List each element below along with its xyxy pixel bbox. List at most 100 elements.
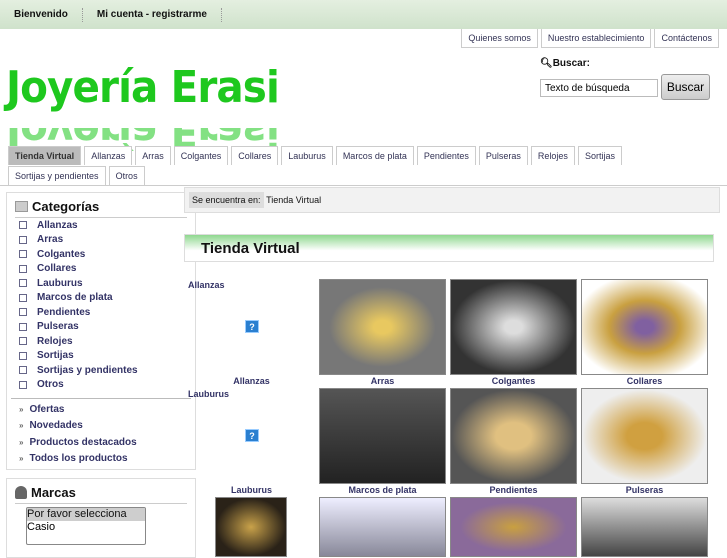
logo[interactable]: Joyería Erasi bbox=[6, 62, 280, 113]
categories-box: Categorías Allanzas Arras Colgantes Collare… bbox=[6, 192, 196, 470]
category-item[interactable]: Otros bbox=[7, 378, 195, 393]
product-caption[interactable]: Colgantes bbox=[450, 376, 577, 386]
divider bbox=[11, 398, 191, 399]
tab-6[interactable]: Marcos de plata bbox=[335, 146, 414, 165]
about-link[interactable]: Quienes somos bbox=[461, 29, 538, 48]
category-label: Colgantes bbox=[37, 248, 86, 260]
category-item[interactable]: Collares bbox=[7, 262, 195, 277]
row-label[interactable]: Lauburus bbox=[188, 389, 315, 399]
tab-4[interactable]: Collares bbox=[231, 146, 279, 165]
divider bbox=[0, 185, 727, 186]
category-item[interactable]: Allanzas bbox=[7, 218, 195, 233]
category-item[interactable]: Relojes bbox=[7, 334, 195, 349]
category-item[interactable]: Arras bbox=[7, 233, 195, 248]
product-image[interactable] bbox=[319, 497, 446, 557]
product-caption[interactable]: Allanzas bbox=[188, 376, 315, 386]
category-label: Lauburus bbox=[37, 277, 83, 289]
folder-icon bbox=[15, 201, 28, 212]
product-caption[interactable]: Arras bbox=[319, 376, 446, 386]
tab-12[interactable]: Otros bbox=[108, 166, 145, 185]
tab-1[interactable]: Allanzas bbox=[84, 146, 133, 165]
category-label: Relojes bbox=[37, 335, 73, 347]
page-title: Tienda Virtual bbox=[184, 234, 714, 262]
user-icon bbox=[15, 486, 27, 499]
product-caption[interactable]: Lauburus bbox=[188, 485, 315, 495]
tab-11[interactable]: Sortijas y pendientes bbox=[8, 166, 106, 185]
category-label: Pulseras bbox=[37, 321, 79, 333]
category-item[interactable]: Lauburus bbox=[7, 276, 195, 291]
sidebar-link[interactable]: » Todos los productos bbox=[7, 451, 195, 468]
chevron-icon: » bbox=[19, 437, 24, 447]
category-item[interactable]: Marcos de plata bbox=[7, 291, 195, 306]
missing-image-icon[interactable]: ? bbox=[245, 320, 259, 333]
search-input[interactable] bbox=[540, 79, 658, 97]
chevron-icon: » bbox=[19, 421, 24, 431]
bullet-icon bbox=[19, 293, 27, 302]
search-button[interactable]: Buscar bbox=[661, 74, 710, 100]
breadcrumb-label: Se encuentra en: bbox=[189, 192, 264, 208]
bullet-icon bbox=[19, 337, 27, 346]
tab-7[interactable]: Pendientes bbox=[416, 146, 476, 165]
sidebar-link[interactable]: » Productos destacados bbox=[7, 434, 195, 451]
sidebar-link[interactable]: » Novedades bbox=[7, 418, 195, 435]
breadcrumb: Se encuentra en: Tienda Virtual bbox=[184, 187, 720, 213]
brands-select[interactable]: Por favor seleccionaCasio bbox=[26, 507, 146, 545]
row-label[interactable]: Allanzas bbox=[188, 280, 315, 290]
tab-10[interactable]: Sortijas bbox=[577, 146, 622, 165]
category-label: Sortijas y pendientes bbox=[37, 364, 138, 376]
search-icon: 🔍︎ bbox=[540, 58, 553, 69]
product-caption[interactable]: Pulseras bbox=[581, 485, 708, 495]
product-image[interactable] bbox=[450, 497, 577, 557]
divider bbox=[220, 7, 222, 22]
product-image[interactable] bbox=[581, 388, 708, 484]
tab-9[interactable]: Relojes bbox=[530, 146, 575, 165]
category-item[interactable]: Pendientes bbox=[7, 305, 195, 320]
welcome-text: Bienvenido bbox=[14, 9, 68, 20]
chevron-icon: » bbox=[19, 454, 24, 464]
bullet-icon bbox=[19, 366, 27, 375]
account-link[interactable]: Mi cuenta - registrarme bbox=[97, 9, 207, 20]
product-image[interactable] bbox=[581, 497, 708, 557]
top-bar: Bienvenido Mi cuenta - registrarme bbox=[0, 0, 727, 29]
tab-0[interactable]: Tienda Virtual bbox=[8, 146, 82, 165]
bullet-icon bbox=[19, 322, 27, 331]
product-image[interactable] bbox=[215, 497, 287, 557]
product-caption[interactable]: Marcos de plata bbox=[319, 485, 446, 495]
product-image[interactable] bbox=[319, 388, 446, 484]
product-image[interactable] bbox=[581, 279, 708, 375]
product-image[interactable] bbox=[319, 279, 446, 375]
categories-title: Categorías bbox=[32, 199, 100, 214]
bullet-icon bbox=[19, 380, 27, 389]
missing-image-icon[interactable]: ? bbox=[245, 429, 259, 442]
breadcrumb-current[interactable]: Tienda Virtual bbox=[266, 195, 321, 205]
contact-link[interactable]: Contáctenos bbox=[654, 29, 719, 48]
brands-title: Marcas bbox=[31, 485, 76, 500]
chevron-icon: » bbox=[19, 404, 24, 414]
category-label: Marcos de plata bbox=[37, 292, 113, 304]
category-item[interactable]: Sortijas y pendientes bbox=[7, 363, 195, 378]
divider bbox=[81, 7, 83, 22]
category-label: Pendientes bbox=[37, 306, 91, 318]
link-label: Productos destacados bbox=[29, 436, 137, 448]
product-caption[interactable]: Collares bbox=[581, 376, 708, 386]
category-label: Arras bbox=[37, 234, 64, 246]
category-label: Allanzas bbox=[37, 219, 78, 231]
category-item[interactable]: Pulseras bbox=[7, 320, 195, 335]
sidebar-link[interactable]: » Ofertas bbox=[7, 401, 195, 418]
category-item[interactable]: Sortijas bbox=[7, 349, 195, 364]
top-links: Quienes somos Nuestro establecimiento Co… bbox=[458, 29, 719, 48]
store-link[interactable]: Nuestro establecimiento bbox=[540, 29, 652, 48]
product-image[interactable] bbox=[450, 388, 577, 484]
category-tabs: Tienda Virtual Allanzas Arras Colgantes Coll… bbox=[8, 146, 668, 186]
search-label: 🔍︎Buscar: bbox=[540, 58, 590, 69]
link-label: Novedades bbox=[29, 420, 83, 432]
tab-2[interactable]: Arras bbox=[135, 146, 171, 165]
product-image[interactable] bbox=[450, 279, 577, 375]
bullet-icon bbox=[19, 308, 27, 317]
category-item[interactable]: Colgantes bbox=[7, 247, 195, 262]
bullet-icon bbox=[19, 351, 27, 360]
tab-5[interactable]: Lauburus bbox=[281, 146, 333, 165]
tab-8[interactable]: Pulseras bbox=[478, 146, 528, 165]
product-caption[interactable]: Pendientes bbox=[450, 485, 577, 495]
tab-3[interactable]: Colgantes bbox=[173, 146, 229, 165]
